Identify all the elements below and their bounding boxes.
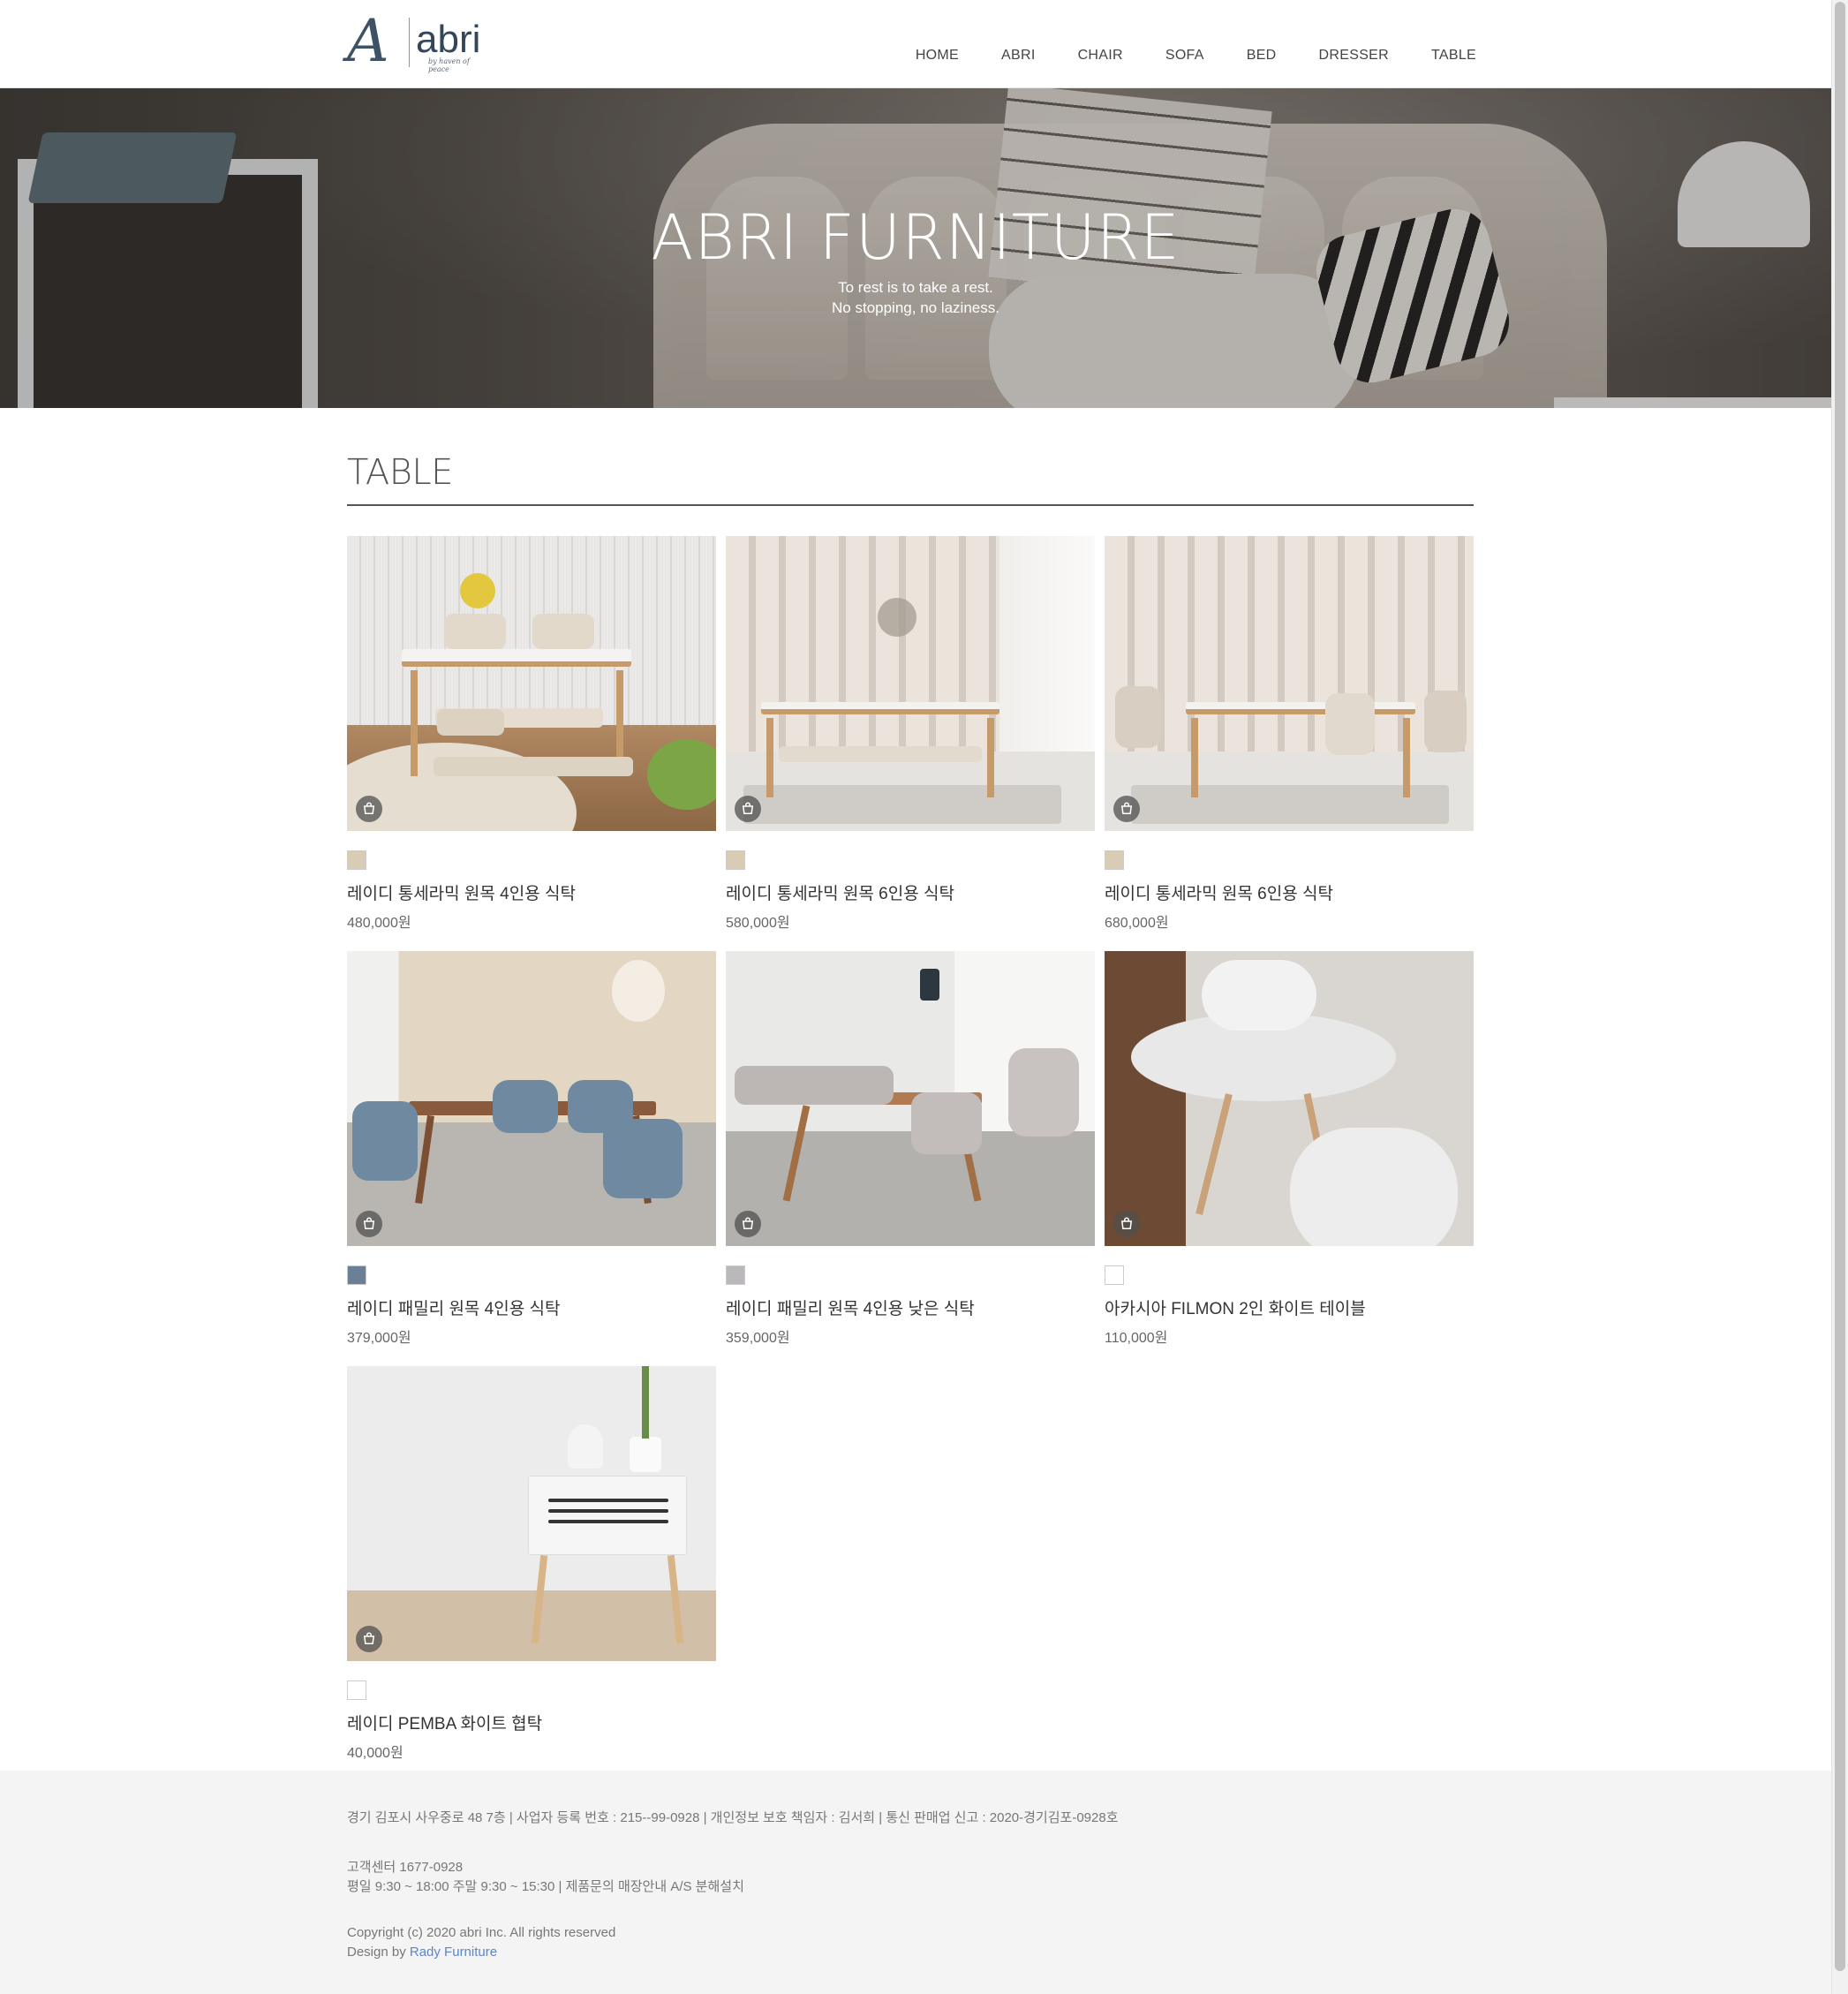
product-name[interactable]: 레이디 패밀리 원목 4인용 낮은 식탁 [726, 1295, 975, 1319]
add-to-cart-button[interactable] [735, 796, 761, 822]
footer-copyright: Copyright (c) 2020 abri Inc. All rights … [347, 1925, 616, 1940]
product-price: 359,000원 [726, 1331, 790, 1346]
hero-tagline-2: No stopping, no laziness. [832, 299, 999, 316]
color-swatch[interactable] [347, 1265, 366, 1285]
footer-cs-hours: 평일 9:30 ~ 18:00 주말 9:30 ~ 15:30 | 제품문의 매… [347, 1879, 744, 1894]
color-swatch[interactable] [347, 1681, 366, 1700]
brand-logo[interactable]: A abri by haven of peace [347, 7, 493, 75]
nav-dresser[interactable]: DRESSER [1319, 46, 1389, 65]
nav-sofa[interactable]: SOFA [1165, 46, 1204, 65]
product-price: 110,000원 [1105, 1331, 1168, 1346]
product-name[interactable]: 아카시아 FILMON 2인 화이트 테이블 [1105, 1295, 1366, 1319]
product-image[interactable] [347, 1366, 716, 1661]
nav-chair[interactable]: CHAIR [1078, 46, 1123, 65]
product-price: 680,000원 [1105, 916, 1169, 931]
nav-home[interactable]: HOME [916, 46, 959, 65]
page-scrollbar[interactable] [1831, 0, 1848, 1994]
color-swatch[interactable] [1105, 850, 1124, 870]
logo-tagline: by haven of peace [428, 57, 470, 73]
main-nav: HOME ABRI CHAIR SOFA BED DRESSER TABLE [873, 46, 1476, 65]
product-image[interactable] [1105, 536, 1474, 831]
hero-banner: ABRI FURNITURE To rest is to take a rest… [0, 88, 1831, 408]
site-footer: 경기 김포시 사우중로 48 7층 | 사업자 등록 번호 : 215--99-… [0, 1771, 1831, 1994]
add-to-cart-button[interactable] [735, 1211, 761, 1237]
cart-icon [363, 1632, 375, 1644]
product-name[interactable]: 레이디 PEMBA 화이트 협탁 [347, 1711, 542, 1734]
nav-abri[interactable]: ABRI [1001, 46, 1036, 65]
scrollbar-thumb[interactable] [1835, 2, 1845, 1971]
cart-icon [742, 802, 754, 814]
footer-design-label: Design by [347, 1945, 410, 1960]
add-to-cart-button[interactable] [356, 796, 382, 822]
cart-icon [1120, 1217, 1133, 1229]
section-title: TABLE [347, 452, 453, 493]
cart-icon [1120, 802, 1133, 814]
color-swatch[interactable] [726, 1265, 745, 1285]
color-swatch[interactable] [1105, 1265, 1124, 1285]
add-to-cart-button[interactable] [1113, 796, 1140, 822]
logo-monogram: A [347, 7, 389, 75]
product-name[interactable]: 레이디 통세라믹 원목 6인용 식탁 [1105, 880, 1333, 904]
footer-business-info: 경기 김포시 사우중로 48 7층 | 사업자 등록 번호 : 215--99-… [347, 1810, 1119, 1825]
product-image[interactable] [347, 951, 716, 1246]
color-swatch[interactable] [726, 850, 745, 870]
footer-design-credit: Design by Rady Furniture [347, 1945, 497, 1960]
site-header: A abri by haven of peace HOME ABRI CHAIR… [0, 0, 1831, 88]
product-image[interactable] [1105, 951, 1474, 1246]
product-name[interactable]: 레이디 통세라믹 원목 6인용 식탁 [726, 880, 954, 904]
product-price: 580,000원 [726, 916, 790, 931]
product-name[interactable]: 레이디 통세라믹 원목 4인용 식탁 [347, 880, 576, 904]
section-divider [347, 504, 1474, 506]
product-price: 379,000원 [347, 1331, 411, 1346]
cart-icon [742, 1217, 754, 1229]
nav-table[interactable]: TABLE [1431, 46, 1476, 65]
logo-wordmark: abri [416, 18, 481, 61]
cart-icon [363, 802, 375, 814]
hero-tagline-1: To rest is to take a rest. [838, 279, 993, 296]
product-image[interactable] [347, 536, 716, 831]
product-image[interactable] [726, 951, 1095, 1246]
hero-title: ABRI FURNITURE [651, 201, 1180, 274]
nav-bed[interactable]: BED [1247, 46, 1277, 65]
add-to-cart-button[interactable] [356, 1626, 382, 1652]
color-swatch[interactable] [347, 850, 366, 870]
footer-design-link[interactable]: Rady Furniture [410, 1945, 497, 1960]
product-image[interactable] [726, 536, 1095, 831]
footer-cs-phone: 고객센터 1677-0928 [347, 1860, 464, 1875]
logo-divider [409, 18, 410, 67]
cart-icon [363, 1217, 375, 1229]
product-price: 480,000원 [347, 916, 411, 931]
product-price: 40,000원 [347, 1746, 404, 1761]
product-name[interactable]: 레이디 패밀리 원목 4인용 식탁 [347, 1295, 560, 1319]
add-to-cart-button[interactable] [1113, 1211, 1140, 1237]
add-to-cart-button[interactable] [356, 1211, 382, 1237]
